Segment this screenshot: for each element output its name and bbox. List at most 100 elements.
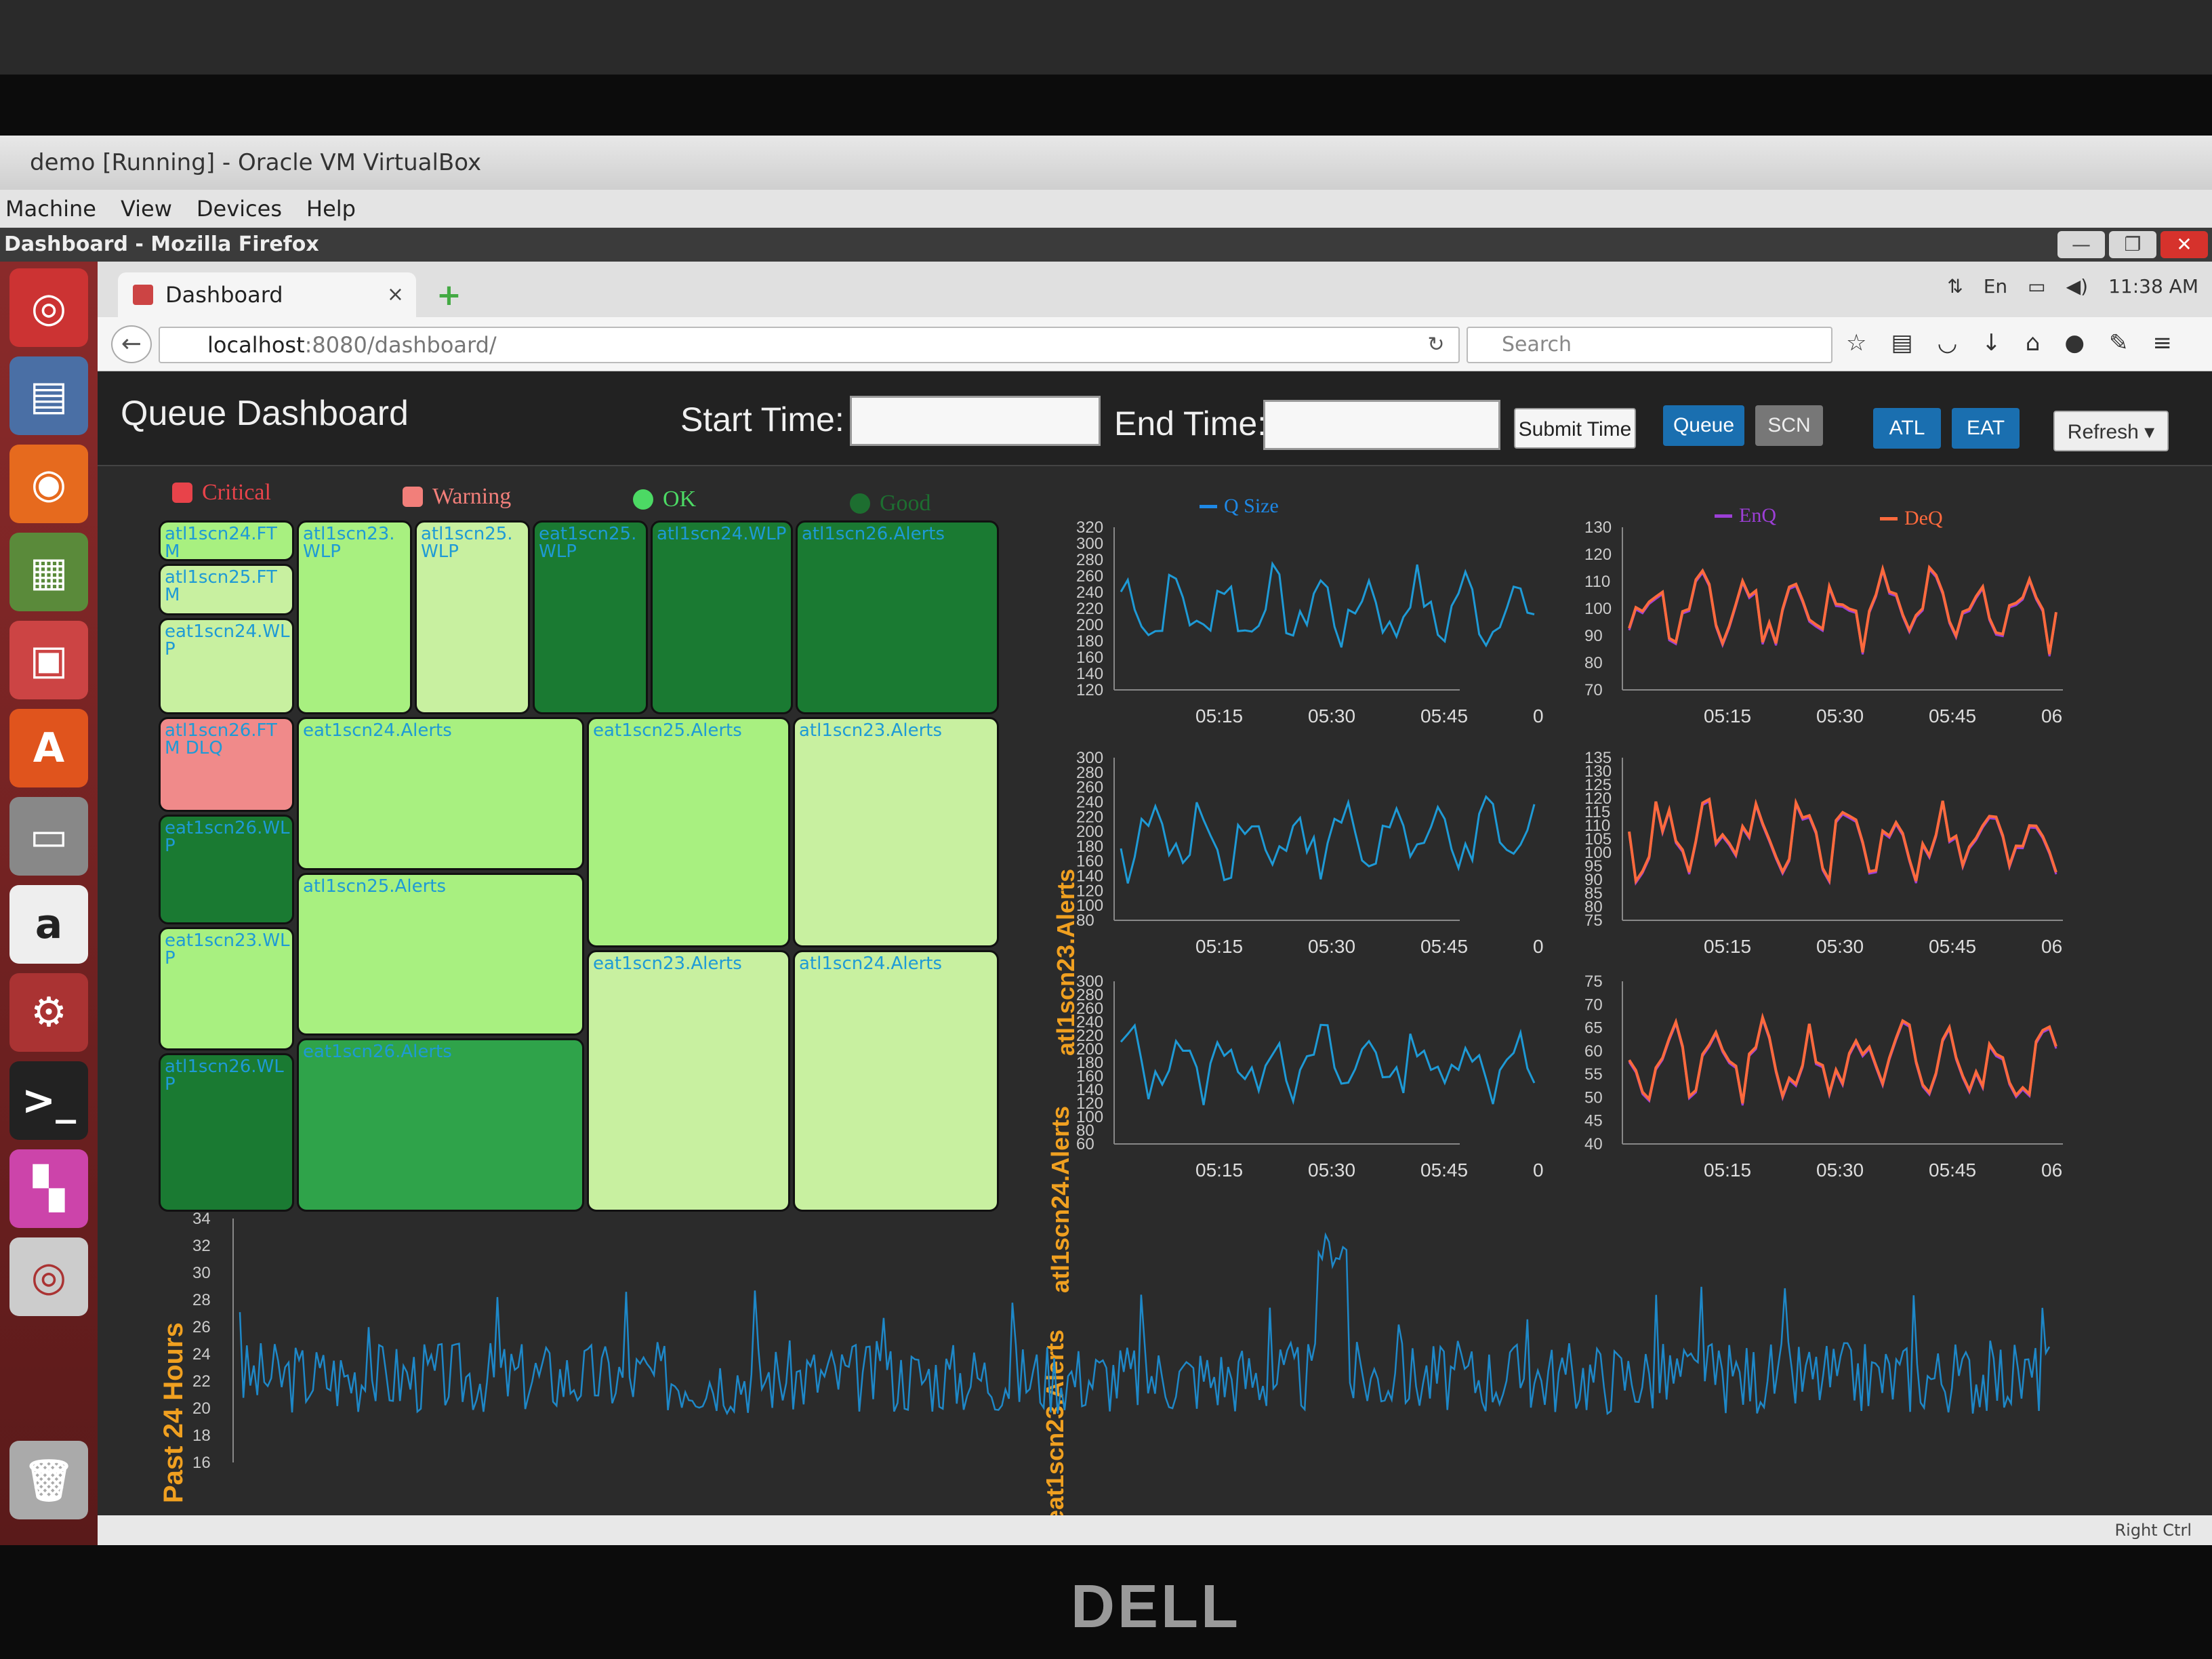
x-tick-label: 05:15 — [1195, 1160, 1243, 1181]
x-tick-label: 05:45 — [1420, 936, 1468, 957]
y-tick-label: 180 — [1076, 632, 1103, 651]
menu-devices[interactable]: Devices — [197, 190, 282, 228]
chat-icon[interactable]: ● — [2064, 329, 2085, 356]
y-tick-label: 110 — [1584, 573, 1610, 591]
x-tick-label: 05:30 — [1308, 936, 1355, 957]
y-tick-label: 60 — [1076, 1135, 1094, 1153]
y-tick-label: 320 — [1076, 518, 1103, 537]
y-tick-label: 70 — [1584, 996, 1603, 1014]
tab-bar: Dashboard × + ⇅ En ▭ ◀) 11:38 AM — [98, 262, 2212, 317]
menu-machine[interactable]: Machine — [5, 190, 96, 228]
tab-dashboard[interactable]: Dashboard × — [118, 272, 416, 317]
x-tick-label: 05:30 — [1308, 1160, 1355, 1181]
reload-icon[interactable]: ↻ — [1419, 327, 1453, 363]
x-tick-label: 0 — [1533, 936, 1544, 957]
virtualbox-titlebar: demo [Running] - Oracle VM VirtualBox — [0, 136, 2212, 190]
x-tick-label: 05:45 — [1929, 705, 1976, 726]
x-tick-label: 05:45 — [1420, 1160, 1468, 1181]
keyboard-layout-indicator[interactable]: En — [1984, 275, 2007, 298]
document-viewer-icon[interactable]: ▤ — [9, 356, 88, 435]
y-tick-label: 34 — [192, 1210, 211, 1228]
menu-icon[interactable]: ≡ — [2153, 329, 2173, 356]
y-tick-label: 120 — [1076, 681, 1103, 699]
y-tick-label: 100 — [1584, 600, 1612, 618]
wall-background — [0, 0, 2212, 75]
menu-help[interactable]: Help — [306, 190, 356, 228]
x-tick-label: 06 — [2041, 705, 2062, 726]
y-tick-label: 75 — [1584, 912, 1603, 930]
y-tick-label: 60 — [1584, 1042, 1603, 1061]
past-24h-series-line — [239, 1232, 2051, 1416]
y-tick-label: 18 — [192, 1427, 211, 1445]
y-tick-label: 240 — [1076, 583, 1103, 602]
firefox-titlebar: Dashboard - Mozilla Firefox — [0, 228, 2212, 262]
y-tick-label: 20 — [192, 1399, 211, 1418]
dell-logo: DELL — [1071, 1573, 1241, 1641]
x-tick-label: 05:15 — [1704, 936, 1751, 957]
toolbar-icons: ☆ ▤ ◡ ↓ ⌂ ● ✎ ≡ — [1846, 329, 2172, 356]
deq-series-line — [1628, 1012, 2057, 1104]
search-input[interactable]: Search — [1467, 327, 1832, 363]
ubuntu-logo-icon[interactable]: ◎ — [9, 268, 88, 347]
settings-icon[interactable]: ⚙ — [9, 973, 88, 1052]
restore-button[interactable]: ❐ — [2109, 231, 2156, 258]
qsize-series-line — [1120, 560, 1535, 648]
presentation-icon[interactable]: ▣ — [9, 621, 88, 699]
tab-label: Dashboard — [165, 282, 283, 308]
y-tick-label: 130 — [1584, 518, 1612, 537]
y-tick-label: 200 — [1076, 616, 1103, 634]
y-tick-label: 40 — [1584, 1135, 1603, 1153]
x-tick-label: 05:30 — [1816, 705, 1864, 726]
volume-icon[interactable]: ◀) — [2066, 275, 2088, 298]
bookmark-star-icon[interactable]: ☆ — [1846, 329, 1866, 356]
clock[interactable]: 11:38 AM — [2108, 275, 2198, 298]
close-window-button[interactable]: ✕ — [2160, 231, 2208, 258]
trash-icon[interactable]: 🗑 — [9, 1441, 88, 1519]
files-icon[interactable]: ▭ — [9, 797, 88, 876]
amazon-icon[interactable]: a — [9, 885, 88, 964]
x-tick-label: 05:45 — [1420, 705, 1468, 726]
dashboard-page: Queue Dashboard Start Time: End Time: Su… — [98, 371, 2212, 1545]
menu-view[interactable]: View — [121, 190, 172, 228]
y-tick-label: 55 — [1584, 1065, 1603, 1084]
y-tick-label: 90 — [1584, 627, 1603, 645]
pocket-icon[interactable]: ◡ — [1938, 329, 1958, 356]
spreadsheet-icon[interactable]: ▦ — [9, 533, 88, 611]
network-icon[interactable]: ⇅ — [1947, 275, 1963, 298]
y-tick-label: 16 — [192, 1454, 211, 1472]
tab-close-icon[interactable]: × — [387, 272, 404, 317]
y-tick-label: 280 — [1076, 551, 1103, 569]
y-tick-label: 120 — [1584, 546, 1612, 564]
firefox-icon[interactable]: ◉ — [9, 445, 88, 523]
ubuntu-launcher: ◎ ▤ ◉ ▦ ▣ A ▭ a ⚙ >_ ▚ ◎ 🗑 — [0, 262, 98, 1545]
y-tick-label: 260 — [1076, 567, 1103, 586]
reading-list-icon[interactable]: ▤ — [1891, 329, 1912, 356]
monitor-screen: demo [Running] - Oracle VM VirtualBox Ma… — [0, 136, 2212, 1545]
minimize-button[interactable]: — — [2057, 231, 2105, 258]
y-tick-label: 70 — [1584, 681, 1603, 699]
x-tick-label: 05:15 — [1195, 705, 1243, 726]
software-center-icon[interactable]: A — [9, 709, 88, 787]
downloads-icon[interactable]: ↓ — [1982, 329, 2001, 356]
y-tick-label: 220 — [1076, 600, 1103, 618]
enq-series-line — [1628, 567, 2057, 657]
battery-icon[interactable]: ▭ — [2028, 275, 2045, 298]
terminal-icon[interactable]: >_ — [9, 1061, 88, 1140]
extension-icon[interactable]: ✎ — [2109, 329, 2129, 356]
home-icon[interactable]: ⌂ — [2026, 329, 2041, 356]
charts-svg: 32030028026024022020018016014012005:15 05… — [192, 518, 2063, 1472]
y-tick-label: 22 — [192, 1372, 211, 1391]
workspace-switcher-icon[interactable]: ▚ — [9, 1149, 88, 1228]
qsize-series-line — [1120, 794, 1536, 884]
url-path: :8080/dashboard/ — [304, 332, 497, 358]
virtualbox-menubar: Machine View Devices Help — [0, 190, 2212, 228]
x-tick-label: 05:45 — [1929, 1160, 1976, 1181]
y-tick-label: 300 — [1076, 535, 1103, 553]
back-icon[interactable]: ← — [111, 325, 152, 363]
y-tick-label: 80 — [1584, 654, 1603, 672]
url-bar[interactable]: localhost:8080/dashboard/ — [159, 327, 1460, 363]
window-controls: — ❐ ✕ — [2057, 228, 2212, 262]
new-tab-icon[interactable]: + — [436, 278, 462, 312]
y-tick-label: 140 — [1076, 665, 1103, 683]
dvd-icon[interactable]: ◎ — [9, 1237, 88, 1316]
